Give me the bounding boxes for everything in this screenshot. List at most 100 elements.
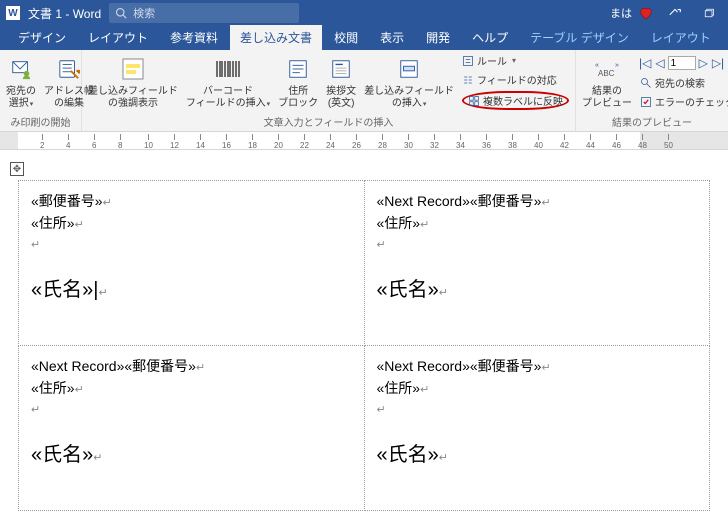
address-block-button[interactable]: 住所 ブロック bbox=[276, 52, 320, 112]
paragraph-mark-icon: ↵ bbox=[93, 452, 102, 464]
update-labels-icon bbox=[468, 95, 480, 107]
match-fields-icon bbox=[462, 74, 474, 86]
find-recipient-button[interactable]: 宛先の検索 bbox=[638, 74, 728, 91]
tab-design[interactable]: デザイン bbox=[8, 25, 76, 50]
find-recipient-icon bbox=[640, 77, 652, 89]
user-name: まは bbox=[610, 5, 632, 21]
highlight-merge-fields-button[interactable]: 差し込みフィールド の強調表示 bbox=[86, 52, 180, 112]
ribbon-display-button[interactable] bbox=[662, 0, 688, 26]
prev-record-button[interactable]: ◁ bbox=[654, 56, 665, 70]
rules-icon bbox=[462, 55, 474, 67]
ruler-tick: 32 bbox=[430, 134, 439, 150]
select-recipients-button[interactable]: 宛先の 選択 bbox=[4, 52, 38, 112]
table-row: «Next Record»«郵便番号»↵ «住所»↵ ↵ «氏名»↵ «Next… bbox=[19, 346, 710, 511]
paragraph-mark-icon: ↵ bbox=[541, 362, 550, 374]
tab-review[interactable]: 校閲 bbox=[324, 25, 368, 50]
document-title: 文書 1 - Word bbox=[28, 5, 101, 22]
merge-field-name: «氏名» bbox=[31, 444, 93, 466]
record-number-input[interactable] bbox=[668, 56, 696, 70]
ruler-tick: 20 bbox=[274, 134, 283, 150]
ruler-tick: 28 bbox=[378, 134, 387, 150]
table-move-handle[interactable] bbox=[10, 162, 24, 176]
insert-merge-field-icon bbox=[398, 54, 420, 84]
ruler-tick: 44 bbox=[586, 134, 595, 150]
svg-text:»: » bbox=[615, 62, 619, 69]
check-errors-button[interactable]: エラーのチェック bbox=[638, 93, 728, 110]
paragraph-mark-icon: ↵ bbox=[377, 404, 386, 416]
ruler-tick: 48 bbox=[638, 134, 647, 150]
ruler-tick: 38 bbox=[508, 134, 517, 150]
ruler-tick: 34 bbox=[456, 134, 465, 150]
first-record-button[interactable]: |◁ bbox=[638, 56, 652, 70]
greeting-line-button[interactable]: 挨拶文 (英文) bbox=[324, 52, 358, 112]
highlight-fields-icon bbox=[120, 54, 146, 84]
user-account[interactable]: まは bbox=[610, 5, 654, 21]
match-fields-button[interactable]: フィールドの対応 bbox=[460, 71, 571, 88]
label-cell[interactable]: «Next Record»«郵便番号»↵ «住所»↵ ↵ «氏名»↵ bbox=[364, 346, 710, 511]
paragraph-mark-icon: ↵ bbox=[31, 239, 40, 251]
ruler-tick: 46 bbox=[612, 134, 621, 150]
tab-mailings[interactable]: 差し込み文書 bbox=[230, 25, 322, 50]
label-cell[interactable]: «郵便番号»↵ «住所»↵ ↵ «氏名»|↵ bbox=[19, 181, 365, 346]
search-box[interactable]: 検索 bbox=[109, 3, 299, 23]
group-label-preview: 結果のプレビュー bbox=[580, 114, 724, 131]
preview-options-list: |◁ ◁ ▷ ▷| 宛先の検索 エラーのチェック bbox=[638, 54, 728, 110]
tab-view[interactable]: 表示 bbox=[370, 25, 414, 50]
ruler-tick: 14 bbox=[196, 134, 205, 150]
paragraph-mark-icon: ↵ bbox=[75, 384, 84, 396]
paragraph-mark-icon: ↵ bbox=[541, 197, 550, 209]
tab-references[interactable]: 参考資料 bbox=[160, 25, 228, 50]
ribbon-tabs: デザイン レイアウト 参考資料 差し込み文書 校閲 表示 開発 ヘルプ テーブル… bbox=[0, 26, 728, 50]
greeting-icon bbox=[330, 54, 352, 84]
ribbon-group-start-mail-merge: 宛先の 選択 アドレス帳 の編集 み印刷の開始 bbox=[0, 50, 82, 131]
paragraph-mark-icon: ↵ bbox=[98, 287, 107, 299]
paragraph-mark-icon: ↵ bbox=[75, 219, 84, 231]
label-cell[interactable]: «Next Record»«郵便番号»↵ «住所»↵ ↵ «氏名»↵ bbox=[364, 181, 710, 346]
document-area[interactable]: «郵便番号»↵ «住所»↵ ↵ «氏名»|↵ «Next Record»«郵便番… bbox=[0, 150, 728, 526]
tab-table-design[interactable]: テーブル デザイン bbox=[520, 25, 639, 50]
ruler-tick: 40 bbox=[534, 134, 543, 150]
ruler-tick: 12 bbox=[170, 134, 179, 150]
label-table: «郵便番号»↵ «住所»↵ ↵ «氏名»|↵ «Next Record»«郵便番… bbox=[18, 180, 710, 511]
insert-merge-field-button[interactable]: 差し込みフィールド の挿入 bbox=[362, 52, 456, 112]
update-labels-highlight: 複数ラベルに反映 bbox=[462, 91, 569, 110]
ruler-tick: 42 bbox=[560, 134, 569, 150]
merge-field-nextrecord: «Next Record» bbox=[31, 358, 124, 374]
rules-button[interactable]: ルール bbox=[460, 52, 571, 69]
paragraph-mark-icon: ↵ bbox=[420, 219, 429, 231]
barcode-field-button[interactable]: バーコード フィールドの挿入 bbox=[184, 52, 272, 112]
update-labels-button[interactable]: 複数ラベルに反映 bbox=[460, 90, 571, 111]
next-record-button[interactable]: ▷ bbox=[698, 56, 709, 70]
tab-layout[interactable]: レイアウト bbox=[78, 25, 158, 50]
merge-field-name: «氏名» bbox=[31, 279, 93, 301]
ruler-tick: 2 bbox=[40, 134, 44, 150]
ruler-tick: 8 bbox=[118, 134, 122, 150]
paragraph-mark-icon: ↵ bbox=[439, 287, 448, 299]
ruler-tick: 10 bbox=[144, 134, 153, 150]
merge-field-address: «住所» bbox=[377, 380, 421, 396]
ruler-tick: 18 bbox=[248, 134, 257, 150]
preview-results-button[interactable]: «»ABC 結果の プレビュー bbox=[580, 52, 634, 112]
svg-text:ABC: ABC bbox=[598, 69, 615, 78]
tab-help[interactable]: ヘルプ bbox=[462, 25, 518, 50]
horizontal-ruler[interactable]: 2468101214161820222426283032343638404244… bbox=[0, 132, 728, 150]
merge-field-address: «住所» bbox=[31, 380, 75, 396]
paragraph-mark-icon: ↵ bbox=[196, 362, 205, 374]
paragraph-mark-icon: ↵ bbox=[420, 384, 429, 396]
word-app-icon: W bbox=[6, 6, 20, 20]
paragraph-mark-icon: ↵ bbox=[31, 404, 40, 416]
fields-options-list: ルール フィールドの対応 複数ラベルに反映 bbox=[460, 52, 571, 111]
label-cell[interactable]: «Next Record»«郵便番号»↵ «住所»↵ ↵ «氏名»↵ bbox=[19, 346, 365, 511]
record-navigator: |◁ ◁ ▷ ▷| bbox=[638, 54, 728, 72]
ruler-tick: 24 bbox=[326, 134, 335, 150]
svg-text:«: « bbox=[595, 62, 599, 69]
merge-field-address: «住所» bbox=[377, 215, 421, 231]
tab-table-layout[interactable]: レイアウト bbox=[641, 25, 721, 50]
group-label-start: み印刷の開始 bbox=[4, 114, 77, 131]
recipients-icon bbox=[10, 54, 32, 84]
window-restore-button[interactable] bbox=[696, 0, 722, 26]
tab-developer[interactable]: 開発 bbox=[416, 25, 460, 50]
last-record-button[interactable]: ▷| bbox=[711, 56, 725, 70]
ruler-tick: 6 bbox=[92, 134, 96, 150]
ruler-tick: 30 bbox=[404, 134, 413, 150]
